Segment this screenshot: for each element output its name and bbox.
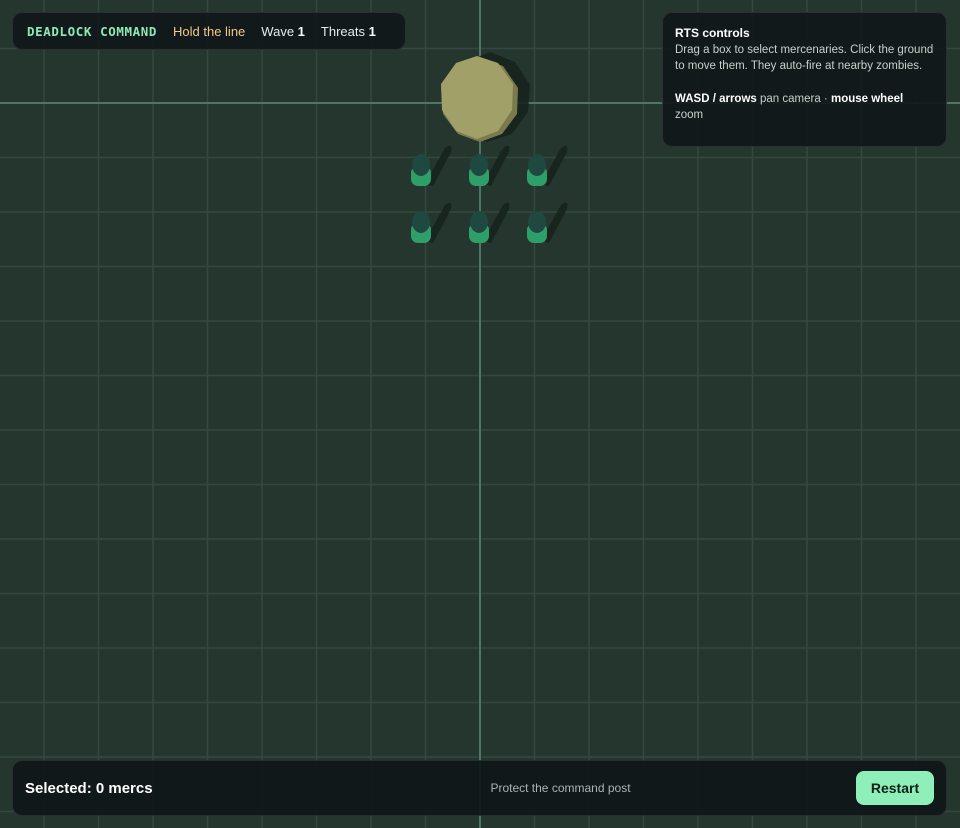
mission-label: Hold the line — [173, 23, 246, 39]
mercenary-head — [470, 211, 488, 233]
wheel-text: zoom — [675, 109, 704, 121]
mercenary-head — [412, 154, 430, 176]
mercenary-head — [528, 211, 546, 233]
help-instructions: Drag a box to select mercenaries. Click … — [675, 43, 934, 73]
objective-text: Protect the command post — [490, 781, 631, 795]
wave-value: 1 — [297, 23, 305, 39]
wave-counter: Wave 1 — [261, 24, 305, 39]
threats-label: Threats — [320, 23, 365, 39]
mercenary-head — [412, 211, 430, 233]
wave-label: Wave — [261, 23, 295, 39]
threats-counter: Threats 1 — [321, 24, 376, 39]
game-title: DEADLOCK COMMAND — [27, 23, 158, 39]
help-spacer — [675, 75, 934, 91]
bottom-hud-bar: Selected: 0 mercs Protect the command po… — [12, 760, 947, 816]
threats-value: 1 — [368, 23, 376, 39]
top-hud-bar: DEADLOCK COMMAND Hold the line Wave 1 Th… — [12, 12, 406, 50]
selection-count: Selected: 0 mercs — [25, 779, 153, 797]
wheel-bold: mouse wheel — [830, 92, 904, 105]
help-keybinds: WASD / arrows pan camera · mouse wheel z… — [675, 91, 934, 124]
keys-text: pan camera · — [756, 92, 831, 105]
mercenary-head — [470, 154, 488, 176]
controls-help-panel: RTS controls Drag a box to select mercen… — [662, 12, 947, 147]
restart-button[interactable]: Restart — [856, 771, 934, 805]
help-title: RTS controls — [675, 26, 750, 40]
game-viewport[interactable]: DEADLOCK COMMAND Hold the line Wave 1 Th… — [0, 0, 960, 828]
keys-bold: WASD / arrows — [675, 92, 757, 105]
mercenary-head — [528, 154, 546, 176]
